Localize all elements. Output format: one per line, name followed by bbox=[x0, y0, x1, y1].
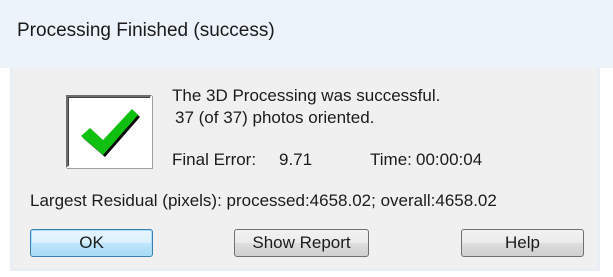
ok-button[interactable]: OK bbox=[30, 229, 153, 257]
final-error-label: Final Error: bbox=[172, 150, 257, 169]
checkmark-icon bbox=[81, 109, 140, 157]
largest-residual-text: Largest Residual (pixels): processed:465… bbox=[30, 191, 497, 210]
help-button[interactable]: Help bbox=[461, 229, 584, 257]
show-report-button[interactable]: Show Report bbox=[234, 229, 369, 257]
final-error-value: 9.71 bbox=[279, 150, 313, 169]
title-bar: Processing Finished (success) bbox=[0, 0, 613, 68]
time-label: Time: bbox=[370, 150, 412, 169]
success-message: The 3D Processing was successful. bbox=[172, 86, 441, 105]
photos-oriented-text: 37 (of 37) photos oriented. bbox=[175, 108, 375, 127]
time-value: 00:00:04 bbox=[416, 150, 483, 169]
window-title: Processing Finished (success) bbox=[17, 20, 275, 41]
status-icon-box bbox=[66, 95, 152, 168]
processing-finished-dialog: Processing Finished (success) The 3D Pro… bbox=[0, 0, 613, 277]
